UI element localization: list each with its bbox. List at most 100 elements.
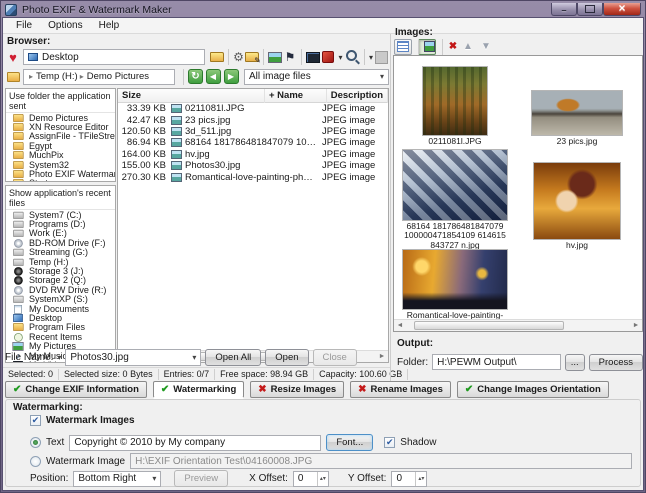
file-name: Romantical-love-painting-photo.jpg [185, 171, 318, 183]
thumbnail-image [423, 66, 487, 135]
client-area: FileOptionsHelp Browser: Desktop Temp (H… [3, 18, 643, 490]
thumbnail-caption: 68164 181786481847079 100000471854109 61… [404, 220, 506, 250]
column-header[interactable]: Description [327, 88, 388, 103]
thumbs-view-icon[interactable] [418, 38, 436, 55]
y-offset-stepper[interactable]: 0 ▴▾ [391, 470, 428, 487]
tab-status-icon [465, 384, 473, 395]
file-description: JPEG image [322, 148, 376, 160]
status-bar: Selected: 0 Selected size: 0 Bytes Entries… [3, 367, 409, 380]
column-header[interactable]: Size [118, 88, 265, 103]
location-combobox[interactable]: Desktop [23, 49, 205, 65]
browse-button[interactable]: ... [564, 353, 585, 371]
refresh-icon[interactable] [183, 68, 203, 85]
thumbnail-image [403, 250, 507, 309]
thumbnail[interactable]: 0211081l.JPG [394, 60, 516, 146]
file-size: 42.47 KB [126, 114, 166, 126]
breadcrumb-item[interactable]: Demo Pictures [78, 71, 149, 82]
x-offset-stepper[interactable]: 0 ▴▾ [292, 470, 329, 487]
folder-icon [12, 177, 25, 181]
thumbnail[interactable]: hv.jpg [516, 146, 638, 250]
details-view-icon[interactable] [394, 38, 412, 55]
position-combobox[interactable]: Bottom Right ▾ [73, 470, 162, 487]
dropdown-icon[interactable] [363, 49, 373, 65]
sidebar-folder-item[interactable]: Startup [6, 177, 115, 181]
y-offset-value: 0 [396, 473, 402, 484]
watermarking-group-title: Watermarking: [13, 402, 83, 413]
scroll-right-icon[interactable]: ► [630, 320, 642, 331]
watermark-images-checkbox[interactable] [30, 415, 41, 426]
thumbnail[interactable]: Romantical-love-painting-photo.jpg [394, 250, 516, 330]
pane-splitter[interactable] [390, 34, 391, 398]
file-filter-combobox[interactable]: All image files ▾ [244, 68, 389, 85]
watermark-text-field[interactable]: Copyright © 2010 by My company [69, 434, 322, 451]
text-radio-label: Text [46, 437, 65, 448]
favorites-icon[interactable] [5, 49, 21, 65]
tab-label: Rename Images [370, 384, 443, 395]
scrollbar-thumb[interactable] [414, 321, 564, 330]
menu-item[interactable]: Help [92, 19, 127, 32]
text-radio[interactable] [30, 437, 41, 448]
tab[interactable]: Resize Images [250, 381, 345, 398]
image-icon[interactable] [262, 49, 282, 65]
table-row[interactable]: 86.94 KB 68164 181786481847079 100000471… [118, 137, 388, 148]
watermark-image-radio[interactable] [30, 455, 41, 467]
images-section-label: Images: [395, 27, 433, 38]
open-all-button[interactable]: Open All [205, 348, 262, 366]
app-red-icon[interactable] [320, 49, 336, 65]
tab[interactable]: Change EXIF Information [5, 381, 147, 398]
tab[interactable]: Watermarking [152, 381, 245, 398]
watermark-image-field[interactable]: H:\EXIF Orientation Test\04160008.JPG [130, 453, 632, 469]
breadcrumb[interactable]: Temp (H:)Demo Pictures [23, 68, 175, 85]
tab[interactable]: Rename Images [350, 381, 451, 398]
back-icon[interactable] [205, 69, 221, 85]
spinner-arrows-icon[interactable]: ▴▾ [316, 471, 328, 486]
open-button[interactable]: Open [265, 348, 309, 366]
menu-bar: File Options Help [3, 18, 643, 34]
table-row[interactable]: 42.47 KB 23 pics.jpg JPEG image [118, 114, 388, 126]
search-icon[interactable] [345, 49, 361, 65]
move-down-icon[interactable] [478, 39, 494, 55]
font-button[interactable]: Font... [326, 434, 374, 451]
breadcrumb-item[interactable]: Temp (H:) [27, 71, 78, 82]
images-toolbar [394, 38, 494, 55]
column-header[interactable]: + Name [265, 88, 327, 103]
process-button[interactable]: Process [588, 353, 643, 371]
thumbnail[interactable]: 23 pics.jpg [516, 60, 638, 146]
minimize-icon[interactable] [551, 2, 577, 16]
watermark-images-label: Watermark Images [46, 415, 135, 426]
sent-folders-header: Use folder the application sent [6, 89, 115, 113]
table-row[interactable]: 155.00 KB Photos30.jpg JPEG image [118, 160, 388, 171]
table-row[interactable]: 164.00 KB hv.jpg JPEG image [118, 149, 388, 160]
stop-icon[interactable] [373, 49, 389, 65]
gear-icon[interactable] [227, 49, 244, 65]
forward-icon[interactable] [223, 69, 239, 85]
table-row[interactable]: 33.39 KB 0211081l.JPG JPEG image [118, 103, 388, 114]
move-up-icon[interactable] [460, 39, 476, 55]
tab[interactable]: Change Images Orientation [456, 381, 609, 398]
dropdown-icon[interactable] [336, 49, 345, 65]
file-name-combobox[interactable]: Photos30.jpg ▾ [65, 348, 202, 366]
chevron-down-icon[interactable]: ▾ [57, 353, 61, 362]
tab-label: Resize Images [270, 384, 337, 395]
thumbnails-hscrollbar[interactable]: ◄ ► [394, 319, 642, 331]
remove-icon[interactable] [442, 38, 458, 55]
thumbnail[interactable]: 68164 181786481847079 100000471854109 61… [394, 146, 516, 250]
new-folder-icon[interactable] [209, 49, 225, 65]
monitor-icon[interactable] [300, 49, 320, 65]
menu-item[interactable]: File [9, 19, 39, 32]
spinner-arrows-icon[interactable]: ▴▾ [415, 471, 426, 486]
table-row[interactable]: 120.50 KB 3d_511.jpg JPEG image [118, 126, 388, 137]
scroll-left-icon[interactable]: ◄ [394, 320, 406, 331]
table-row[interactable]: 270.30 KB Romantical-love-painting-photo… [118, 171, 388, 183]
file-size: 33.39 KB [126, 103, 166, 115]
preview-button[interactable]: Preview [174, 470, 229, 487]
edit-folder-icon[interactable] [244, 49, 261, 65]
close-icon[interactable] [603, 2, 641, 16]
output-folder-field[interactable]: H:\PEWM Output\ [432, 354, 561, 370]
image-file-icon [171, 161, 182, 171]
menu-item[interactable]: Options [41, 19, 89, 32]
flag-icon[interactable] [282, 49, 298, 65]
close-button[interactable]: Close [312, 348, 357, 366]
shadow-checkbox[interactable] [384, 437, 396, 448]
maximize-icon[interactable] [577, 2, 603, 16]
